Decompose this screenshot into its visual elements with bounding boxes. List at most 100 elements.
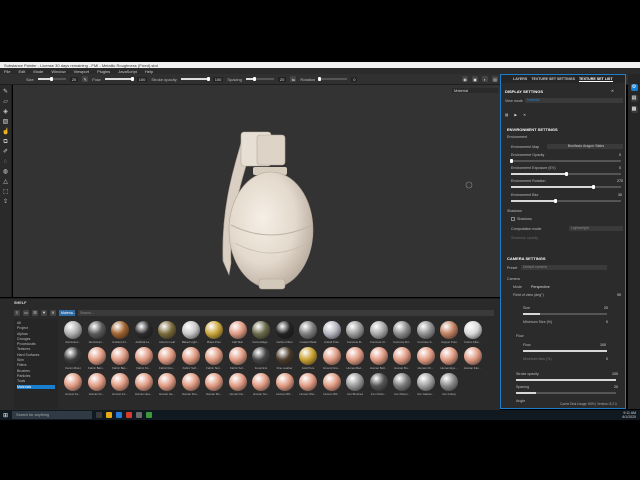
material-thumbnail[interactable]: Fabric Kn... [133,347,155,375]
shelf-category-hard-surfaces[interactable]: Hard Surfaces [17,353,55,357]
shelf-category-project[interactable]: Project [17,326,55,330]
shelf-category-brushes[interactable]: Brushes [17,369,55,373]
material-thumbnail[interactable]: Coated Metal [297,321,319,349]
projection-icon[interactable]: ◈ [2,109,9,116]
shelf-category-skin[interactable]: Skin [17,358,55,362]
material-thumbnail[interactable]: Iron Brushed [344,373,366,401]
material-thumbnail[interactable]: Human Bell... [368,347,390,375]
brush-stroke-opacity-slider[interactable] [516,379,616,381]
material-thumbnail[interactable]: Calf Skin [227,321,249,349]
toolbar-size-slider[interactable] [37,77,66,81]
toolbar-rotation-value[interactable]: 0 [351,76,358,82]
toolbar-spacing-value[interactable]: 20 [277,76,287,82]
brush-spacing-value[interactable]: 20 [614,385,618,389]
brush-spacing-slider[interactable] [516,392,616,394]
settings-icon[interactable]: ⚙ [630,84,638,91]
material-thumbnail[interactable]: Fabric Sof... [227,347,249,375]
material-thumbnail[interactable]: Fabric Bas... [109,347,131,375]
shelf-category-procedurals[interactable]: Procedurals [17,342,55,346]
shelf-category-grunges[interactable]: Grunges [17,337,55,341]
material-thumbnail[interactable]: Copper Pure [438,321,460,349]
env-exposure-slider[interactable] [511,172,621,176]
shelf-clear-icon[interactable]: ✕ [50,309,56,316]
material-thumbnail[interactable]: Human Wri... [321,373,343,401]
material-thumbnail[interactable]: Human Mo... [203,373,225,401]
grenade-model[interactable] [13,85,500,297]
camera-mode-value[interactable]: Perspective [531,285,550,289]
toolbar-stroke-opacity-value[interactable]: 100 [212,76,224,82]
color-picker-icon[interactable]: ✐ [2,149,9,156]
toolbar-stroke-opacity-slider[interactable] [180,77,211,81]
brush-size-slider[interactable] [523,313,607,315]
material-thumbnail[interactable]: Artificial Le... [133,321,155,349]
brush-min-flow-value[interactable]: 0 [606,357,608,361]
shelf-category-alphas[interactable]: Alphas [17,332,55,336]
browser-icon[interactable] [116,412,123,418]
shelf-category-textures[interactable]: Textures [17,347,55,351]
shelf-list-icon[interactable]: ☰ [32,309,38,316]
material-thumbnail[interactable]: Human Bac... [344,347,366,375]
mask-icon[interactable]: ◍ [2,169,9,176]
material-thumbnail[interactable]: Baked Light... [180,321,202,349]
material-thumbnail[interactable]: Carbon Fiber [274,321,296,349]
view-icon[interactable]: ▣ [472,76,478,82]
environment-map-picker[interactable]: Bonifacio Aragon Stairs [547,144,623,149]
material-thumbnail[interactable]: Denim Rivet [62,347,84,375]
toolbar-flow-slider[interactable] [104,77,135,81]
env-opacity-slider[interactable] [509,159,621,163]
material-thumbnail[interactable]: Human Kne... [180,373,202,401]
menu-window[interactable]: Window [51,69,65,74]
store-icon[interactable] [136,412,143,418]
material-thumbnail[interactable]: Ground Gra... [321,347,343,375]
viewport-3d[interactable] [13,85,500,297]
brush-stroke-opacity-value[interactable]: 100 [612,372,618,376]
material-thumbnail[interactable]: Iron Galvan... [415,373,437,401]
filter-icon[interactable]: ▼ [41,309,47,316]
viewport-mode-dropdown[interactable]: Material [452,88,498,93]
material-thumbnail[interactable]: Gold Pure [297,347,319,375]
camera-preset-dropdown[interactable]: Default camera [521,265,607,270]
task-view-icon[interactable] [96,412,103,418]
panel-close-icon[interactable]: ✕ [611,89,614,93]
layers-icon[interactable]: ▤ [630,95,638,102]
shelf-category-filters[interactable]: Filters [17,363,55,367]
material-thumbnail[interactable]: Autumn Leaf [156,321,178,349]
computation-mode-dropdown[interactable]: Lightweight [569,226,623,231]
material-thumbnail[interactable]: Concrete B... [344,321,366,349]
env-rotation-slider[interactable] [511,185,621,189]
material-thumbnail[interactable]: Fabric Rou... [156,347,178,375]
menu-javascript[interactable]: JavaScript [118,69,137,74]
material-thumbnail[interactable]: Cotton Fibe... [462,321,484,349]
material-thumbnail[interactable]: Footprints [250,347,272,375]
material-thumbnail[interactable]: Brass Pure [203,321,225,349]
brush-size-value[interactable]: 20 [604,306,608,310]
material-thumbnail[interactable]: Concrete Cl... [368,321,390,349]
material-thumbnail[interactable]: Aluminium... [86,321,108,349]
tools-icon[interactable]: ✕ [523,113,526,117]
menu-edit[interactable]: Edit [18,69,25,74]
material-thumbnail[interactable]: Human Sho... [297,373,319,401]
toolbar-flow-value[interactable]: 100 [136,76,148,82]
clone-icon[interactable]: ⧉ [2,139,9,146]
windows-start-icon[interactable]: ⊞ [0,412,8,419]
material-thumbnail[interactable]: Human Hea... [133,373,155,401]
toolbar-rotation-slider[interactable] [317,77,348,81]
image-icon[interactable]: ▨ [505,113,508,117]
toolbar-size-value[interactable]: 20 [69,76,79,82]
shelf-category-materials[interactable]: Materials [17,384,55,389]
view-mode-dropdown[interactable]: Material [525,98,623,103]
env-blur-value[interactable]: 30 [618,193,622,197]
material-thumbnail[interactable]: Human Bu... [391,347,413,375]
material-thumbnail[interactable]: Human No... [250,373,272,401]
app-icon[interactable] [126,412,133,418]
paint-brush-icon[interactable]: ✎ [2,89,9,96]
material-thumbnail[interactable]: Concrete S... [415,321,437,349]
tab-texture-set-list[interactable]: TEXTURE SET LIST [578,77,613,82]
menu-help[interactable]: Help [145,69,153,74]
eraser-icon[interactable]: ▱ [2,99,9,106]
material-thumbnail[interactable]: Iron Grainy [438,373,460,401]
material-thumbnail[interactable]: Camouflage... [250,321,272,349]
export-icon[interactable]: ⇪ [2,199,9,206]
properties-icon[interactable]: ▦ [630,106,638,113]
material-thumbnail[interactable]: Iron Chain... [368,373,390,401]
